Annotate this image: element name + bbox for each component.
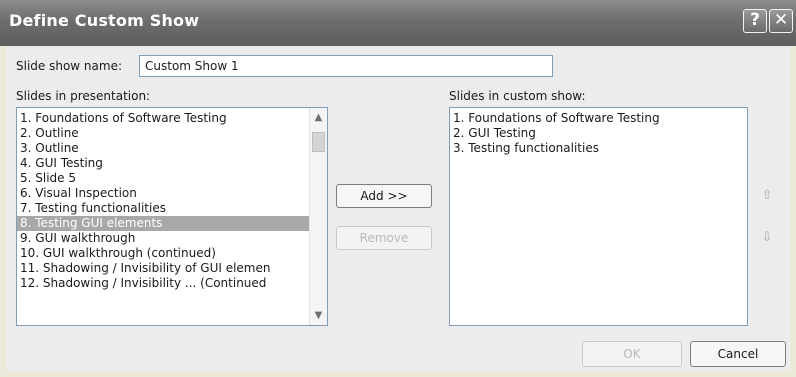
list-item[interactable]: 5. Slide 5 xyxy=(17,171,327,186)
slides-in-presentation-list[interactable]: 1. Foundations of Software Testing 2. Out… xyxy=(16,107,328,326)
help-icon: ? xyxy=(750,10,760,30)
slides-in-custom-show-label: Slides in custom show: xyxy=(449,89,586,103)
dialog-title: Define Custom Show xyxy=(9,11,200,30)
scroll-thumb[interactable] xyxy=(312,132,325,152)
slides-in-custom-show-list[interactable]: 1. Foundations of Software Testing 2. GUI… xyxy=(449,107,748,326)
list-item[interactable]: 6. Visual Inspection xyxy=(17,186,327,201)
move-up-icon[interactable]: ⇧ xyxy=(755,184,779,208)
list-item[interactable]: 3. Outline xyxy=(17,141,327,156)
scroll-down-icon[interactable]: ▼ xyxy=(311,308,326,323)
list-item[interactable]: 3. Testing functionalities xyxy=(450,141,747,156)
move-down-icon[interactable]: ⇩ xyxy=(755,226,779,250)
list-item[interactable]: 2. Outline xyxy=(17,126,327,141)
list-item[interactable]: 10. GUI walkthrough (continued) xyxy=(17,246,327,261)
define-custom-show-dialog: Define Custom Show ? ✕ Slide show name: … xyxy=(0,0,796,377)
list-item[interactable]: 2. GUI Testing xyxy=(450,126,747,141)
remove-button[interactable]: Remove xyxy=(336,226,432,250)
list-item[interactable]: 4. GUI Testing xyxy=(17,156,327,171)
list-item[interactable]: 11. Shadowing / Invisibility of GUI elem… xyxy=(17,261,327,276)
title-bar[interactable]: Define Custom Show ? ✕ xyxy=(0,0,796,46)
close-button[interactable]: ✕ xyxy=(769,9,793,33)
help-button[interactable]: ? xyxy=(743,9,767,33)
list-item[interactable]: 7. Testing functionalities xyxy=(17,201,327,216)
list-item[interactable]: 1. Foundations of Software Testing xyxy=(17,111,327,126)
scroll-up-icon[interactable]: ▲ xyxy=(311,110,326,125)
add-button[interactable]: Add >> xyxy=(336,184,432,208)
dialog-body: Slide show name: Custom Show 1 Slides in… xyxy=(6,46,790,371)
slide-show-name-label: Slide show name: xyxy=(16,59,123,73)
slide-show-name-input[interactable]: Custom Show 1 xyxy=(139,55,553,77)
list-item[interactable]: 12. Shadowing / Invisibility ... (Contin… xyxy=(17,276,327,291)
ok-button[interactable]: OK xyxy=(582,341,682,367)
list-item[interactable]: 8. Testing GUI elements xyxy=(17,216,327,231)
list-item[interactable]: 1. Foundations of Software Testing xyxy=(450,111,747,126)
cancel-button[interactable]: Cancel xyxy=(690,341,786,367)
left-list-scrollbar[interactable]: ▲ ▼ xyxy=(309,108,327,325)
close-icon: ✕ xyxy=(773,10,789,30)
list-item[interactable]: 9. GUI walkthrough xyxy=(17,231,327,246)
slides-in-presentation-label: Slides in presentation: xyxy=(16,89,151,103)
